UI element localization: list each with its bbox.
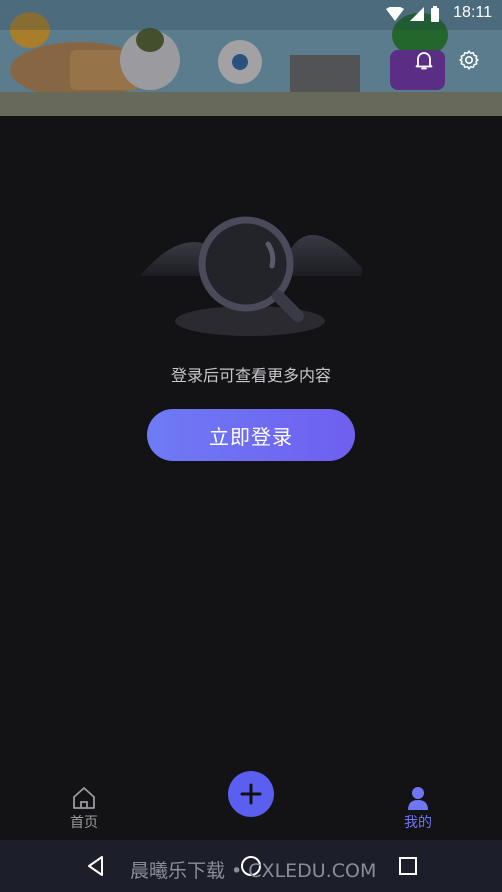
empty-search-illustration <box>140 216 362 336</box>
user-icon <box>408 787 428 810</box>
add-button[interactable] <box>228 771 274 817</box>
tab-mine-label: 我的 <box>404 815 432 831</box>
empty-state-message: 登录后可查看更多内容 <box>170 366 331 385</box>
signal-icon <box>410 7 424 21</box>
battery-icon <box>431 6 439 22</box>
tab-mine[interactable]: 我的 <box>388 786 448 832</box>
plus-icon <box>240 783 262 805</box>
header-banner: 18:11 <box>0 0 502 116</box>
login-button[interactable]: 立即登录 <box>147 409 355 461</box>
tab-home-label: 首页 <box>70 815 98 831</box>
gear-icon[interactable] <box>457 48 481 72</box>
bell-icon[interactable] <box>412 48 436 72</box>
recents-icon[interactable] <box>396 854 420 878</box>
status-bar: 18:11 <box>0 0 502 30</box>
watermark: 晨曦乐下载 • CXLEDU.COM <box>130 860 377 882</box>
status-icons <box>386 6 440 22</box>
home-icon <box>73 787 95 809</box>
wifi-icon <box>386 7 404 21</box>
tab-home[interactable]: 首页 <box>54 786 114 832</box>
back-icon[interactable] <box>84 854 108 878</box>
status-time: 18:11 <box>453 4 492 21</box>
